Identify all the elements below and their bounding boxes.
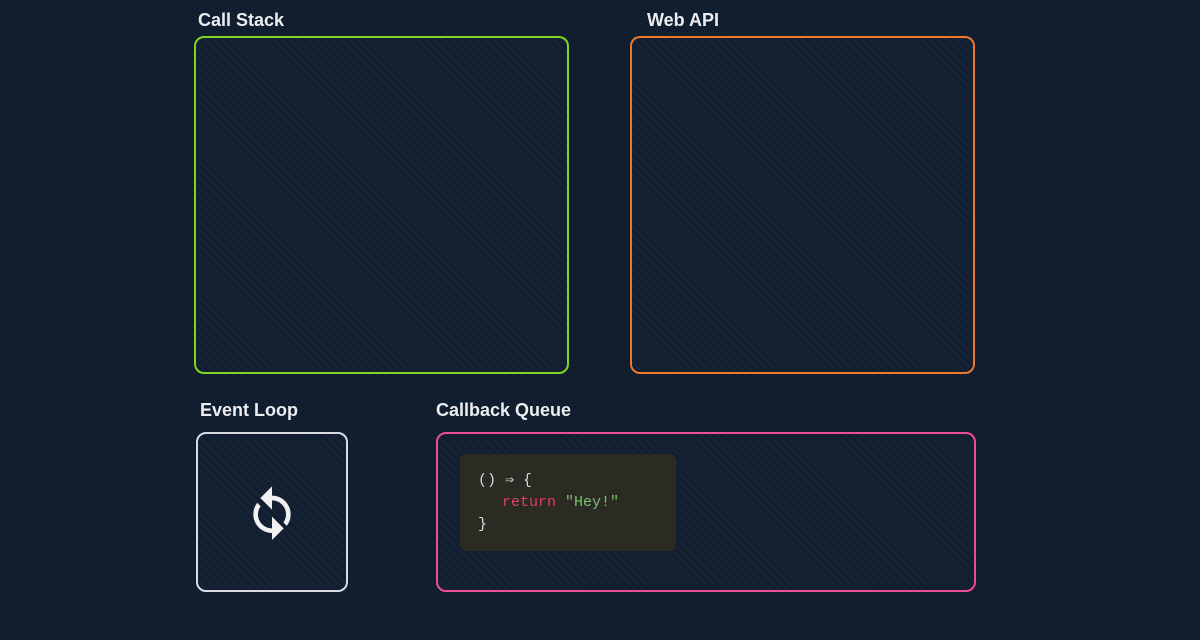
code-line-3: } (478, 516, 487, 533)
call-stack-panel (194, 36, 569, 374)
event-loop-label: Event Loop (200, 400, 298, 421)
web-api-label: Web API (647, 10, 719, 31)
call-stack-label: Call Stack (198, 10, 284, 31)
web-api-panel (630, 36, 975, 374)
callback-queue-label: Callback Queue (436, 400, 571, 421)
code-return-keyword: return (502, 494, 556, 511)
callback-item-card: () ⇒ { return "Hey!" } (460, 454, 676, 551)
callback-queue-panel: () ⇒ { return "Hey!" } (436, 432, 976, 592)
event-loop-panel (196, 432, 348, 592)
code-string-literal: "Hey!" (565, 494, 619, 511)
code-line-1: () ⇒ { (478, 472, 532, 489)
code-line-2: return "Hey!" (478, 492, 658, 514)
cycle-arrows-icon (244, 484, 300, 540)
